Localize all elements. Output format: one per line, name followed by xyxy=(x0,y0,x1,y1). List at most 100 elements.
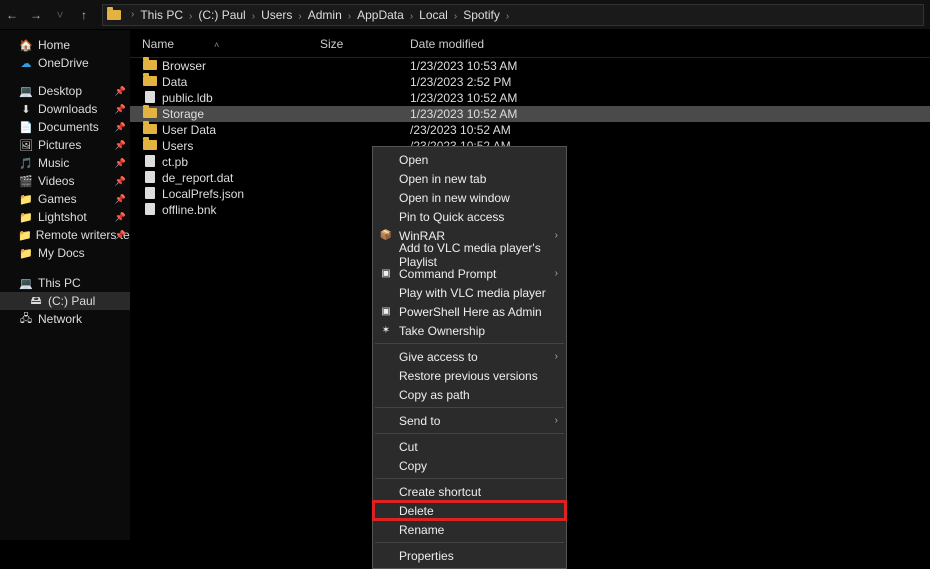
context-item-icon: ▣ xyxy=(379,268,393,279)
context-item-copy[interactable]: Copy xyxy=(373,456,566,475)
file-name: Browser xyxy=(162,59,206,73)
context-item-play-with-vlc-media-player[interactable]: Play with VLC media player xyxy=(373,283,566,302)
breadcrumb-segment[interactable]: Spotify xyxy=(461,8,502,22)
context-item-rename[interactable]: Rename xyxy=(373,520,566,539)
breadcrumb-segment[interactable]: (C:) Paul xyxy=(196,8,247,22)
file-row[interactable]: Data1/23/2023 2:52 PM xyxy=(130,74,930,90)
breadcrumb-segment[interactable]: Local xyxy=(417,8,450,22)
chevron-right-icon: › xyxy=(248,11,259,22)
sidebar-item-label: Pictures xyxy=(38,138,81,152)
context-item-label: Give access to xyxy=(399,350,478,364)
sidebar-item[interactable]: 🎵Music📌 xyxy=(0,154,130,172)
column-size[interactable]: Size xyxy=(320,37,410,51)
chevron-right-icon: › xyxy=(294,11,305,22)
context-separator xyxy=(375,407,564,408)
context-item-pin-to-quick-access[interactable]: Pin to Quick access xyxy=(373,207,566,226)
sidebar-item[interactable]: 📁Remote writers tech📌 xyxy=(0,226,130,244)
context-separator xyxy=(375,478,564,479)
nav-forward-button[interactable]: → xyxy=(24,0,48,30)
chevron-right-icon: › xyxy=(344,11,355,22)
file-icon xyxy=(145,171,155,183)
sidebar-item[interactable]: 📁My Docs xyxy=(0,244,130,262)
sidebar-item-label: Home xyxy=(38,38,70,52)
sidebar-item[interactable]: 📁Games📌 xyxy=(0,190,130,208)
context-item-cut[interactable]: Cut xyxy=(373,437,566,456)
sidebar-item[interactable]: 📄Documents📌 xyxy=(0,118,130,136)
file-row[interactable]: Browser 1/23/2023 10:53 AM xyxy=(130,58,930,74)
context-item-icon: ✶ xyxy=(379,325,393,336)
sidebar-item-label: (C:) Paul xyxy=(48,294,95,308)
context-item-give-access-to[interactable]: Give access to› xyxy=(373,347,566,366)
context-item-label: Cut xyxy=(399,440,418,454)
sidebar-icon: 💻 xyxy=(18,85,34,98)
column-date[interactable]: Date modified xyxy=(410,37,930,51)
sidebar-item[interactable]: 🎬Videos📌 xyxy=(0,172,130,190)
file-name: Storage xyxy=(162,107,204,121)
context-item-powershell-here-as-admin[interactable]: ▣PowerShell Here as Admin xyxy=(373,302,566,321)
context-item-restore-previous-versions[interactable]: Restore previous versions xyxy=(373,366,566,385)
pin-icon: 📌 xyxy=(115,230,126,241)
sidebar-icon: 🖼 xyxy=(18,139,34,152)
context-item-label: Play with VLC media player xyxy=(399,286,546,300)
file-row[interactable]: public.ldb1/23/2023 10:52 AM xyxy=(130,90,930,106)
sidebar-item[interactable]: ☁OneDrive xyxy=(0,54,130,72)
column-name[interactable]: Name xyxy=(142,37,174,51)
context-item-copy-as-path[interactable]: Copy as path xyxy=(373,385,566,404)
sidebar-item[interactable]: ⬇Downloads📌 xyxy=(0,100,130,118)
context-item-open-in-new-tab[interactable]: Open in new tab xyxy=(373,169,566,188)
sidebar-item[interactable]: 🖧Network xyxy=(0,310,130,328)
sidebar-icon: 📁 xyxy=(18,229,32,242)
context-item-add-to-vlc-media-player-s-playlist[interactable]: Add to VLC media player's Playlist xyxy=(373,245,566,264)
sidebar-item-label: Lightshot xyxy=(38,210,87,224)
pin-icon: 📌 xyxy=(115,86,126,97)
file-row[interactable]: Storage1/23/2023 10:52 AM xyxy=(130,106,930,122)
column-headers[interactable]: Name˄ Size Date modified xyxy=(130,30,930,58)
context-item-label: Copy as path xyxy=(399,388,470,402)
address-bar[interactable]: › This PC›(C:) Paul›Users›Admin›AppData›… xyxy=(102,4,924,26)
context-item-label: Send to xyxy=(399,414,440,428)
breadcrumb-segment[interactable]: Admin xyxy=(306,8,344,22)
sidebar-item[interactable]: 📁Lightshot📌 xyxy=(0,208,130,226)
context-item-properties[interactable]: Properties xyxy=(373,546,566,565)
sidebar-icon: 🖧 xyxy=(18,310,34,329)
sidebar-icon: 📄 xyxy=(18,121,34,134)
breadcrumb-segment[interactable]: This PC xyxy=(138,8,185,22)
sidebar-item[interactable]: 💻Desktop📌 xyxy=(0,82,130,100)
sidebar-item[interactable]: 🖴(C:) Paul xyxy=(0,292,130,310)
context-item-label: Open in new window xyxy=(399,191,510,205)
context-item-take-ownership[interactable]: ✶Take Ownership xyxy=(373,321,566,340)
sidebar-item[interactable]: 🖼Pictures📌 xyxy=(0,136,130,154)
context-item-label: Create shortcut xyxy=(399,485,481,499)
pin-icon: 📌 xyxy=(115,104,126,115)
folder-icon xyxy=(143,124,157,134)
context-separator xyxy=(375,343,564,344)
sidebar-icon: ⬇ xyxy=(18,103,34,116)
context-item-label: Rename xyxy=(399,523,444,537)
nav-recent-button[interactable]: ˅ xyxy=(48,0,72,30)
context-item-label: Command Prompt xyxy=(399,267,496,281)
folder-icon xyxy=(143,76,157,86)
sidebar-item[interactable]: 🏠Home xyxy=(0,36,130,54)
context-item-label: Copy xyxy=(399,459,427,473)
nav-back-button[interactable]: ← xyxy=(0,0,24,30)
context-item-delete[interactable]: Delete xyxy=(373,501,566,520)
context-separator xyxy=(375,433,564,434)
context-item-label: Delete xyxy=(399,504,434,518)
file-name: LocalPrefs.json xyxy=(162,187,244,201)
context-item-command-prompt[interactable]: ▣Command Prompt› xyxy=(373,264,566,283)
context-item-send-to[interactable]: Send to› xyxy=(373,411,566,430)
breadcrumb-segment[interactable]: Users xyxy=(259,8,294,22)
nav-up-button[interactable]: ↑ xyxy=(72,0,96,30)
context-item-create-shortcut[interactable]: Create shortcut xyxy=(373,482,566,501)
sidebar-icon: ☁ xyxy=(18,57,34,70)
sidebar-icon: 💻 xyxy=(18,277,34,290)
context-item-open-in-new-window[interactable]: Open in new window xyxy=(373,188,566,207)
folder-icon xyxy=(107,10,121,20)
file-row[interactable]: User Data/23/2023 10:52 AM xyxy=(130,122,930,138)
sidebar-item[interactable]: 💻This PC xyxy=(0,274,130,292)
pin-icon: 📌 xyxy=(115,158,126,169)
context-item-open[interactable]: Open xyxy=(373,150,566,169)
breadcrumb-segment[interactable]: AppData xyxy=(355,8,406,22)
file-date: 1/23/2023 10:53 AM xyxy=(410,59,930,73)
file-name: ct.pb xyxy=(162,155,188,169)
